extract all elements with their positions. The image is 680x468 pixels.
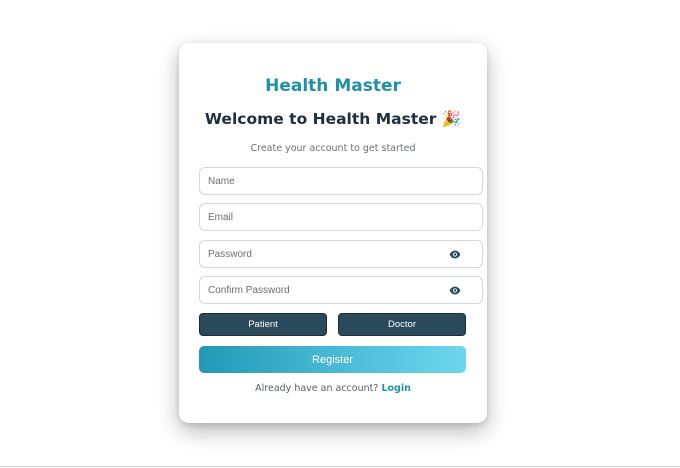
login-prompt: Already have an account? Login <box>179 383 487 394</box>
password-input[interactable] <box>200 241 482 267</box>
eye-icon[interactable] <box>449 250 461 259</box>
register-button[interactable]: Register <box>199 346 466 373</box>
brand-title: Health Master <box>265 76 401 96</box>
welcome-heading: Welcome to Health Master 🎉 <box>204 110 462 128</box>
email-input[interactable] <box>200 204 482 230</box>
eye-icon[interactable] <box>449 286 461 295</box>
name-field-wrapper <box>199 167 483 195</box>
patient-button[interactable]: Patient <box>199 313 327 336</box>
login-prompt-text: Already have an account? <box>255 383 379 394</box>
email-field-wrapper <box>199 203 483 231</box>
confirm-password-field-wrapper <box>199 276 483 304</box>
password-field-wrapper <box>199 240 483 268</box>
doctor-button[interactable]: Doctor <box>338 313 466 336</box>
confirm-password-input[interactable] <box>200 277 482 303</box>
subtitle: Create your account to get started <box>250 143 416 154</box>
login-link[interactable]: Login <box>381 383 410 394</box>
window-bottom-divider <box>0 466 680 467</box>
register-card: Health Master Welcome to Health Master 🎉… <box>179 43 487 423</box>
name-input[interactable] <box>200 168 482 194</box>
